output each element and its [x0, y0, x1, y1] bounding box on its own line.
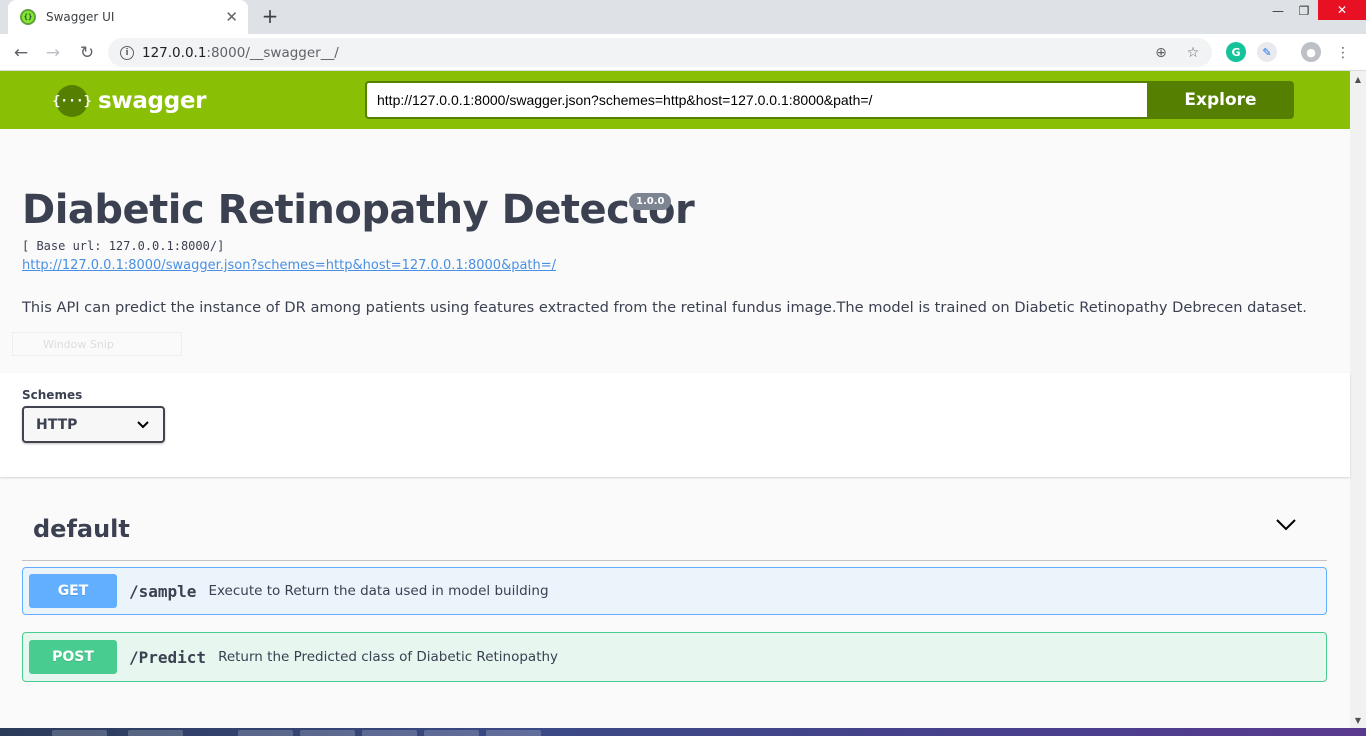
- api-info-section: Diabetic Retinopathy Detector 1.0.0 [ Ba…: [0, 129, 1350, 373]
- spec-link[interactable]: http://127.0.0.1:8000/swagger.json?schem…: [22, 258, 556, 273]
- window-close-button[interactable]: ✕: [1318, 0, 1366, 20]
- swagger-topbar: {···} swagger http://127.0.0.1:8000/swag…: [0, 71, 1350, 129]
- minimize-button[interactable]: —: [1264, 0, 1292, 22]
- restore-button[interactable]: ❐: [1290, 0, 1318, 22]
- scroll-up-arrow-icon[interactable]: ▲: [1350, 71, 1366, 87]
- method-badge-get: GET: [29, 574, 117, 608]
- profile-icon[interactable]: ●: [1301, 42, 1321, 62]
- schemes-section: Schemes HTTP: [0, 373, 1350, 477]
- method-badge-post: POST: [29, 640, 117, 674]
- address-bar[interactable]: i 127.0.0.1:8000/__swagger__/ ⊕ ☆: [108, 38, 1212, 67]
- url-text[interactable]: 127.0.0.1:8000/__swagger__/: [142, 45, 1148, 61]
- taskbar-item[interactable]: [128, 730, 183, 736]
- spec-url-input[interactable]: http://127.0.0.1:8000/swagger.json?schem…: [365, 81, 1147, 119]
- menu-icon[interactable]: ⋮: [1330, 40, 1356, 66]
- scroll-down-arrow-icon[interactable]: ▼: [1350, 712, 1366, 728]
- taskbar-item[interactable]: [424, 730, 479, 736]
- swagger-logo[interactable]: {···} swagger: [52, 85, 207, 117]
- taskbar-item[interactable]: [238, 730, 293, 736]
- base-url: [ Base url: 127.0.0.1:8000/]: [22, 239, 225, 253]
- schemes-selected-value: HTTP: [36, 416, 78, 433]
- browser-toolbar: ← → ↻ i 127.0.0.1:8000/__swagger__/ ⊕ ☆ …: [0, 34, 1366, 71]
- vertical-scrollbar[interactable]: ▲ ▼: [1350, 71, 1366, 728]
- version-badge: 1.0.0: [629, 193, 672, 210]
- tab-title: Swagger UI: [46, 10, 115, 24]
- explore-button[interactable]: Explore: [1147, 81, 1294, 119]
- taskbar-item[interactable]: [486, 730, 541, 736]
- taskbar-item[interactable]: [52, 730, 107, 736]
- api-description: This API can predict the instance of DR …: [22, 299, 1307, 316]
- tag-header-default[interactable]: default: [22, 505, 1327, 561]
- tab-close-icon[interactable]: ✕: [225, 8, 238, 26]
- zoom-icon[interactable]: ⊕: [1148, 40, 1174, 66]
- operation-summary: Return the Predicted class of Diabetic R…: [218, 649, 559, 665]
- operation-get-sample[interactable]: GET /sample Execute to Return the data u…: [22, 567, 1327, 615]
- operation-path: /sample: [129, 581, 197, 601]
- taskbar-item[interactable]: [300, 730, 355, 736]
- swagger-logo-icon: {···}: [52, 85, 92, 117]
- new-tab-button[interactable]: +: [258, 4, 282, 28]
- swagger-logo-text: swagger: [98, 88, 207, 114]
- api-title: Diabetic Retinopathy Detector: [22, 187, 695, 233]
- operation-post-predict[interactable]: POST /Predict Return the Predicted class…: [22, 632, 1327, 682]
- back-arrow-icon[interactable]: ←: [8, 40, 34, 66]
- operation-path: /Predict: [129, 647, 207, 667]
- grammarly-icon[interactable]: G: [1226, 42, 1246, 62]
- reload-icon[interactable]: ↻: [74, 40, 100, 66]
- tag-name: default: [33, 515, 130, 543]
- taskbar-item[interactable]: [362, 730, 417, 736]
- star-icon[interactable]: ☆: [1180, 40, 1206, 66]
- chevron-down-icon: [137, 420, 149, 428]
- browser-tab-strip: {} Swagger UI ✕ + — ❐ ✕: [0, 0, 1366, 34]
- operation-summary: Execute to Return the data used in model…: [208, 583, 549, 599]
- window-snip-ghost: Window Snip: [12, 332, 182, 356]
- info-icon[interactable]: i: [120, 45, 134, 60]
- windows-taskbar: [0, 728, 1366, 736]
- browser-tab[interactable]: {} Swagger UI ✕: [8, 0, 248, 34]
- schemes-label: Schemes: [22, 388, 83, 402]
- extension-icon[interactable]: ✎: [1257, 42, 1277, 62]
- forward-arrow-icon[interactable]: →: [40, 40, 66, 66]
- explore-form: http://127.0.0.1:8000/swagger.json?schem…: [365, 81, 1294, 119]
- chevron-down-icon[interactable]: [1275, 513, 1297, 535]
- schemes-select[interactable]: HTTP: [22, 406, 165, 443]
- swagger-favicon-icon: {}: [20, 9, 36, 25]
